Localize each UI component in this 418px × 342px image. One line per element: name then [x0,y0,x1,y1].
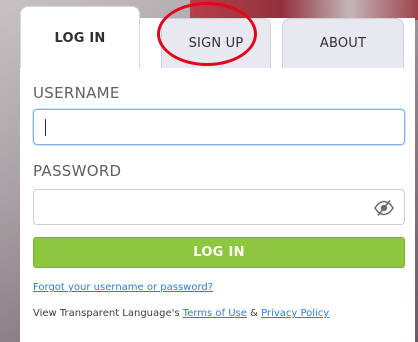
tab-login[interactable]: LOG IN [20,6,140,68]
text-caret [45,119,46,136]
tab-login-label: LOG IN [54,31,106,46]
privacy-policy-link[interactable]: Privacy Policy [261,308,329,319]
tab-signup-label: SIGN UP [188,36,244,51]
terms-of-use-link[interactable]: Terms of Use [183,308,247,319]
username-input[interactable] [33,109,405,145]
login-button[interactable]: LOG IN [33,237,405,268]
login-button-label: LOG IN [193,245,245,260]
background-decoration [190,0,418,20]
legal-prefix: View Transparent Language's [33,308,183,319]
legal-notice: View Transparent Language's Terms of Use… [33,308,329,319]
tab-signup[interactable]: SIGN UP [161,18,271,68]
username-label: USERNAME [33,84,120,102]
password-label: PASSWORD [33,162,122,180]
tab-about-label: ABOUT [319,36,367,51]
legal-ampersand: & [246,308,262,319]
password-input[interactable] [33,189,405,225]
tab-about[interactable]: ABOUT [282,18,404,68]
eye-slash-icon[interactable] [374,199,394,217]
forgot-credentials-link[interactable]: Forgot your username or password? [33,282,213,293]
